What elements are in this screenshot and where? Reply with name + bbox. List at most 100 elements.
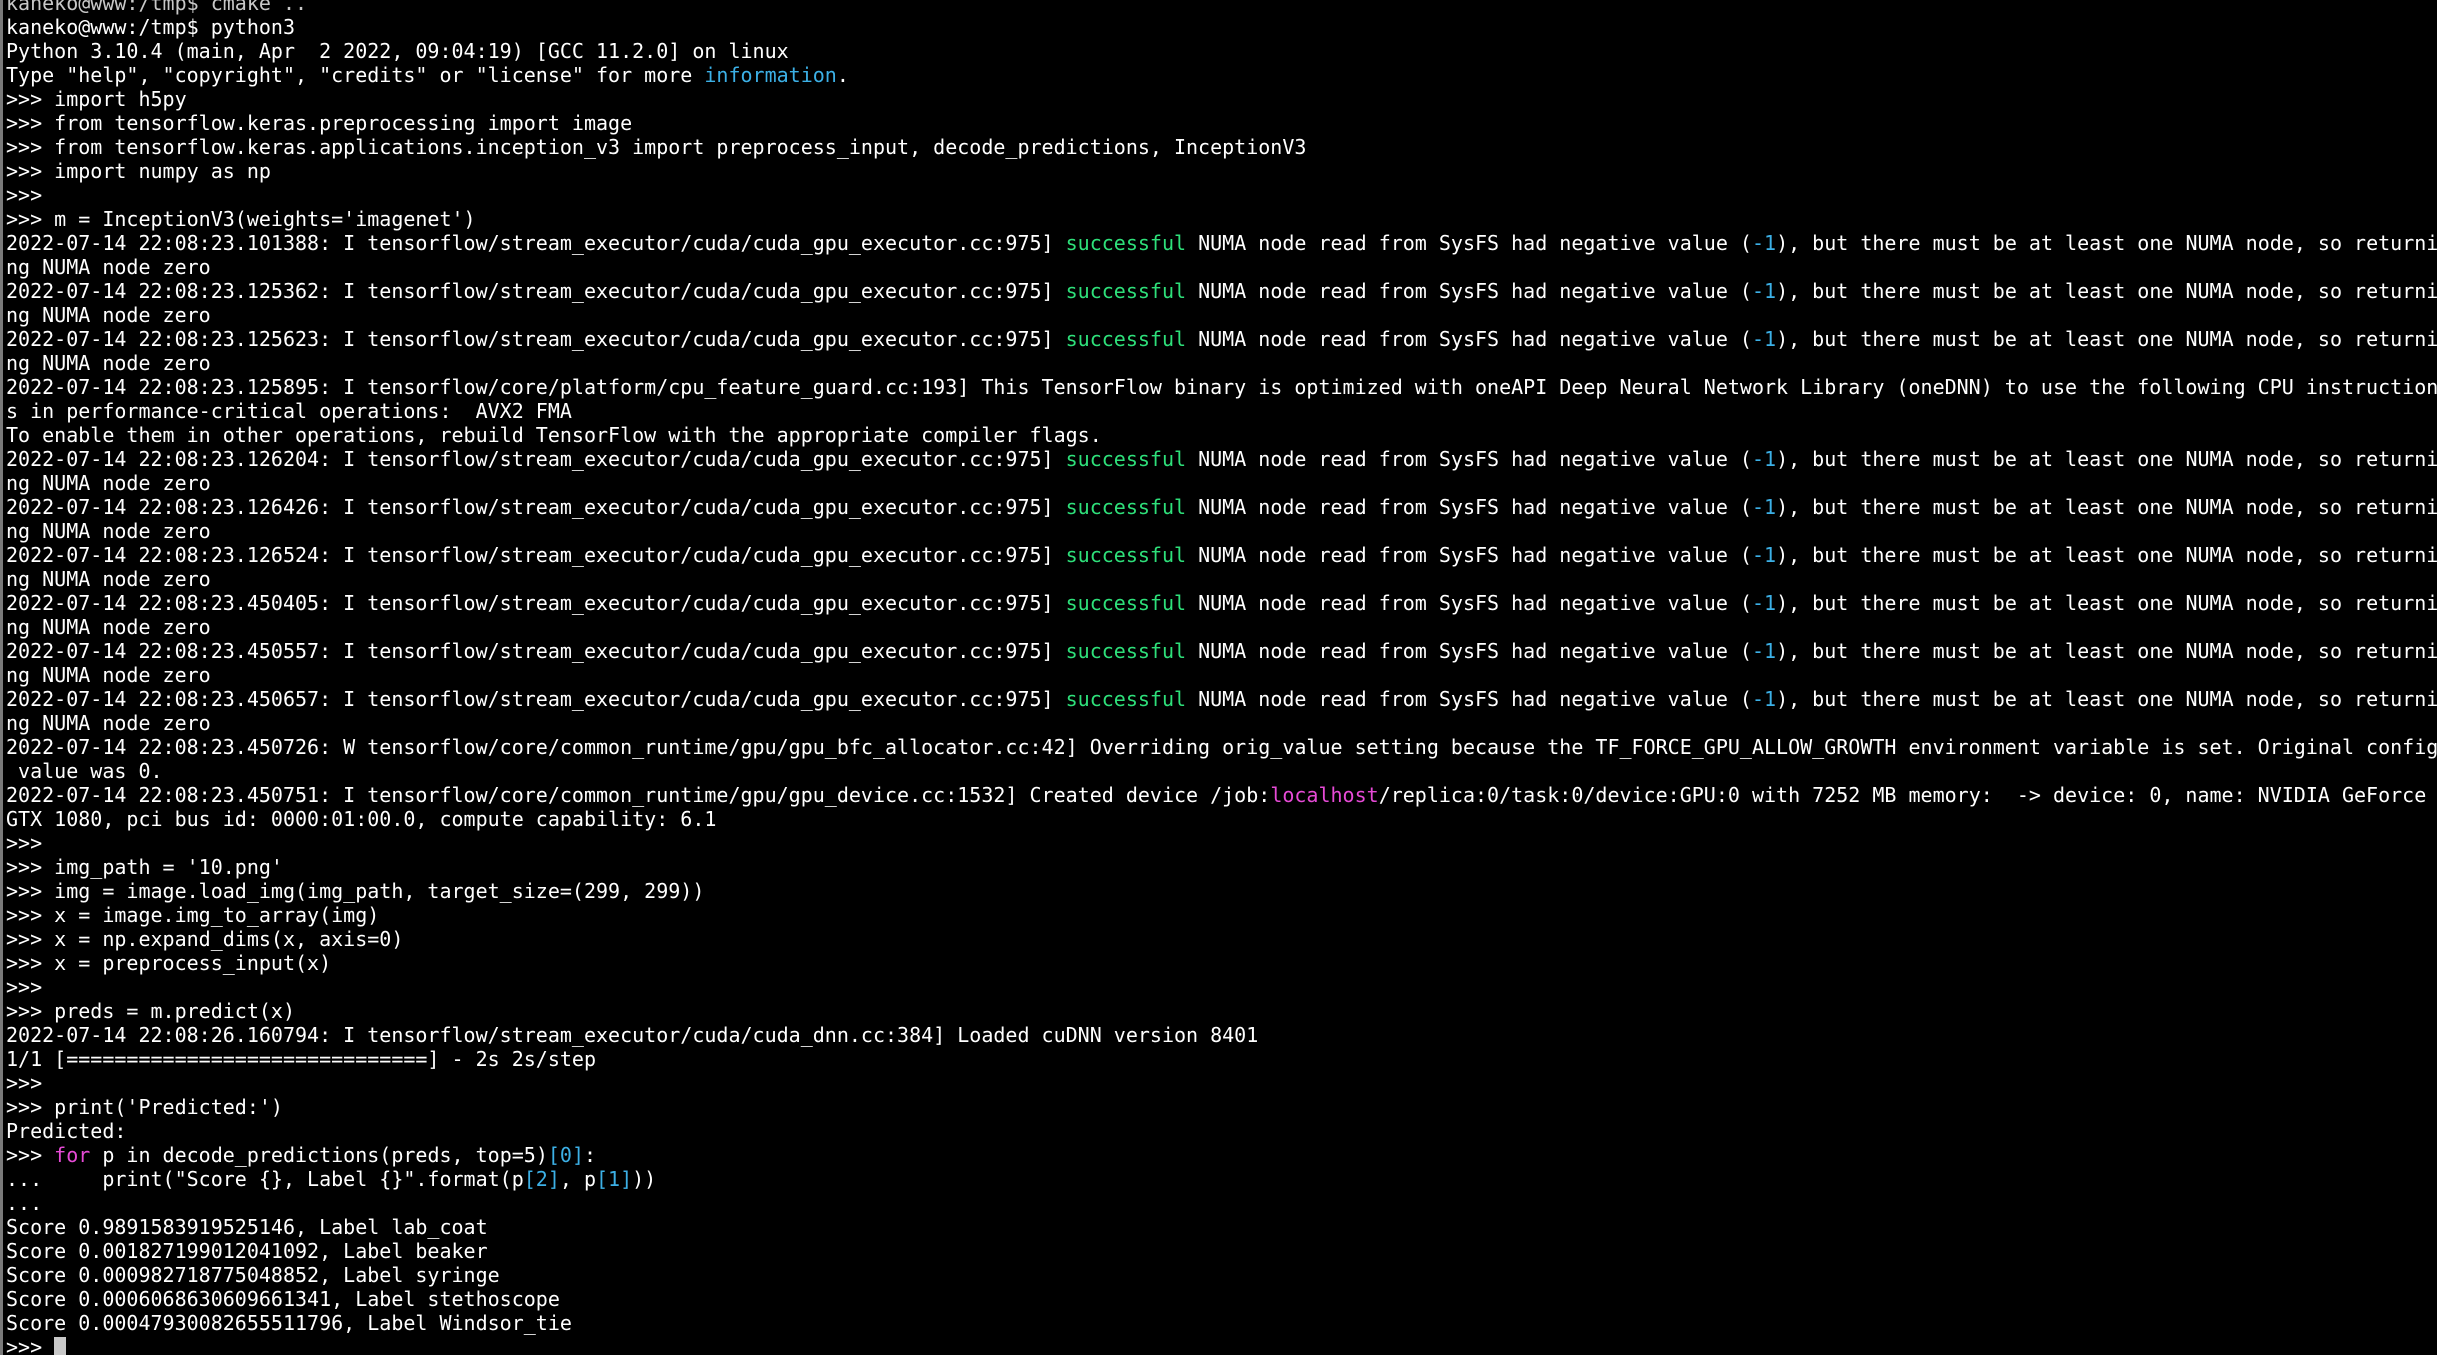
terminal-text: value was 0. (6, 759, 163, 783)
terminal-line: 2022-07-14 22:08:23.450405: I tensorflow… (6, 591, 2437, 615)
terminal-text: 2022-07-14 22:08:23.450751: I tensorflow… (6, 783, 1271, 807)
terminal-line: >>> import numpy as np (6, 159, 2437, 183)
terminal-text: NUMA node read from SysFS had negative v… (1186, 231, 1752, 255)
terminal-line: ng NUMA node zero (6, 255, 2437, 279)
terminal-line: >>> from tensorflow.keras.applications.i… (6, 135, 2437, 159)
terminal-text: ng NUMA node zero (6, 663, 211, 687)
terminal-line: s in performance-critical operations: AV… (6, 399, 2437, 423)
terminal-text: >>> x = preprocess_input(x) (6, 951, 332, 975)
terminal-text: ... (6, 1191, 43, 1215)
terminal-text: >>> import numpy as np (6, 159, 271, 183)
terminal-text: successful (1065, 543, 1187, 567)
terminal-line: >>> m = InceptionV3(weights='imagenet') (6, 207, 2437, 231)
terminal-text: >>> (6, 183, 43, 207)
terminal-line: Score 0.001827199012041092, Label beaker (6, 1239, 2437, 1263)
terminal-line: 2022-07-14 22:08:23.126204: I tensorflow… (6, 447, 2437, 471)
terminal-line: >>> (6, 975, 2437, 999)
terminal-text: -1 (1751, 279, 1777, 303)
terminal-text: >>> (6, 975, 43, 999)
terminal-text: ), but there must be at least one NUMA n… (1776, 543, 2437, 567)
terminal-text: -1 (1751, 591, 1777, 615)
terminal-text: Score 0.0006068630609661341, Label steth… (6, 1287, 560, 1311)
terminal-line: >>> print('Predicted:') (6, 1095, 2437, 1119)
terminal-text: Python 3.10.4 (main, Apr 2 2022, 09:04:1… (6, 39, 789, 63)
terminal-text: >>> import h5py (6, 87, 187, 111)
terminal-text: -1 (1751, 327, 1777, 351)
terminal-text: Predicted: (6, 1119, 127, 1143)
prompt-line[interactable]: >>> (6, 1335, 2437, 1355)
terminal-text: ), but there must be at least one NUMA n… (1776, 687, 2437, 711)
terminal-line: >>> for p in decode_predictions(preds, t… (6, 1143, 2437, 1167)
terminal-text: successful (1065, 591, 1187, 615)
terminal-text: 2022-07-14 22:08:23.125623: I tensorflow… (6, 327, 1066, 351)
terminal-text: localhost (1270, 783, 1379, 807)
terminal-text: successful (1065, 687, 1187, 711)
terminal-text: NUMA node read from SysFS had negative v… (1186, 591, 1752, 615)
terminal-text: ), but there must be at least one NUMA n… (1776, 591, 2437, 615)
terminal-line: 2022-07-14 22:08:23.125362: I tensorflow… (6, 279, 2437, 303)
terminal-text: successful (1065, 447, 1187, 471)
terminal-text: ), but there must be at least one NUMA n… (1776, 279, 2437, 303)
terminal-text: -1 (1751, 639, 1777, 663)
cursor-icon (54, 1337, 67, 1355)
terminal-text: -1 (1751, 687, 1777, 711)
terminal-line: >>> (6, 831, 2437, 855)
terminal-text: Score 0.000982718775048852, Label syring… (6, 1263, 500, 1287)
terminal-text: for (54, 1143, 91, 1167)
terminal-window[interactable]: kaneko@www:/tmp$ cmake .. kaneko@www:/tmp… (0, 0, 2437, 1355)
terminal-text: To enable them in other operations, rebu… (6, 423, 1102, 447)
terminal-line: >>> (6, 183, 2437, 207)
terminal-line: 1/1 [==============================] - 2… (6, 1047, 2437, 1071)
terminal-line: Score 0.0006068630609661341, Label steth… (6, 1287, 2437, 1311)
terminal-text: ng NUMA node zero (6, 351, 211, 375)
terminal-text: . (836, 63, 849, 87)
terminal-text: ), but there must be at least one NUMA n… (1776, 495, 2437, 519)
terminal-text: NUMA node read from SysFS had negative v… (1186, 687, 1752, 711)
terminal-text: >>> x = image.img_to_array(img) (6, 903, 380, 927)
terminal-line: ng NUMA node zero (6, 663, 2437, 687)
terminal-text: ), but there must be at least one NUMA n… (1776, 231, 2437, 255)
terminal-text: Score 0.9891583919525146, Label lab_coat (6, 1215, 488, 1239)
terminal-line: 2022-07-14 22:08:23.450726: W tensorflow… (6, 735, 2437, 759)
terminal-line: value was 0. (6, 759, 2437, 783)
terminal-text: information (704, 63, 837, 87)
terminal-text: ng NUMA node zero (6, 711, 211, 735)
terminal-text: >>> (6, 1071, 43, 1095)
terminal-line: 2022-07-14 22:08:23.126524: I tensorflow… (6, 543, 2437, 567)
terminal-line: ng NUMA node zero (6, 615, 2437, 639)
terminal-text: 2022-07-14 22:08:23.125895: I tensorflow… (6, 375, 2437, 399)
terminal-line: Score 0.9891583919525146, Label lab_coat (6, 1215, 2437, 1239)
terminal-text: -1 (1751, 231, 1777, 255)
terminal-text: >>> x = np.expand_dims(x, axis=0) (6, 927, 404, 951)
terminal-text: ... print("Score {}, Label {}".format(p (6, 1167, 524, 1191)
terminal-text: p in decode_predictions(preds, top=5) (90, 1143, 548, 1167)
terminal-line: >>> img_path = '10.png' (6, 855, 2437, 879)
terminal-text: GTX 1080, pci bus id: 0000:01:00.0, comp… (6, 807, 717, 831)
terminal-text: >>> img = image.load_img(img_path, targe… (6, 879, 705, 903)
terminal-text: : (583, 1143, 597, 1167)
terminal-line: 2022-07-14 22:08:23.125623: I tensorflow… (6, 327, 2437, 351)
terminal-text: kaneko@www:/tmp$ python3 (6, 15, 295, 39)
terminal-line: Score 0.00047930082655511796, Label Wind… (6, 1311, 2437, 1335)
terminal-text: -1 (1751, 543, 1777, 567)
terminal-line: >>> x = image.img_to_array(img) (6, 903, 2437, 927)
terminal-text: successful (1065, 231, 1187, 255)
terminal-line: ng NUMA node zero (6, 567, 2437, 591)
terminal-text: ng NUMA node zero (6, 303, 211, 327)
terminal-line: Predicted: (6, 1119, 2437, 1143)
terminal-text: kaneko@www:/tmp$ cmake .. (6, 0, 308, 15)
terminal-text: >>> m = InceptionV3(weights='imagenet') (6, 207, 476, 231)
terminal-text: 2022-07-14 22:08:23.450726: W tensorflow… (6, 735, 2437, 759)
terminal-text: ng NUMA node zero (6, 615, 211, 639)
terminal-text: , p (559, 1167, 597, 1191)
terminal-text: NUMA node read from SysFS had negative v… (1186, 279, 1752, 303)
terminal-text: [1] (596, 1167, 633, 1191)
terminal-line: ng NUMA node zero (6, 519, 2437, 543)
terminal-line: 2022-07-14 22:08:23.450557: I tensorflow… (6, 639, 2437, 663)
terminal-line: ng NUMA node zero (6, 471, 2437, 495)
terminal-line: 2022-07-14 22:08:26.160794: I tensorflow… (6, 1023, 2437, 1047)
terminal-line: >>> preds = m.predict(x) (6, 999, 2437, 1023)
terminal-text: successful (1065, 279, 1187, 303)
terminal-text: NUMA node read from SysFS had negative v… (1186, 495, 1752, 519)
terminal-text: ng NUMA node zero (6, 567, 211, 591)
